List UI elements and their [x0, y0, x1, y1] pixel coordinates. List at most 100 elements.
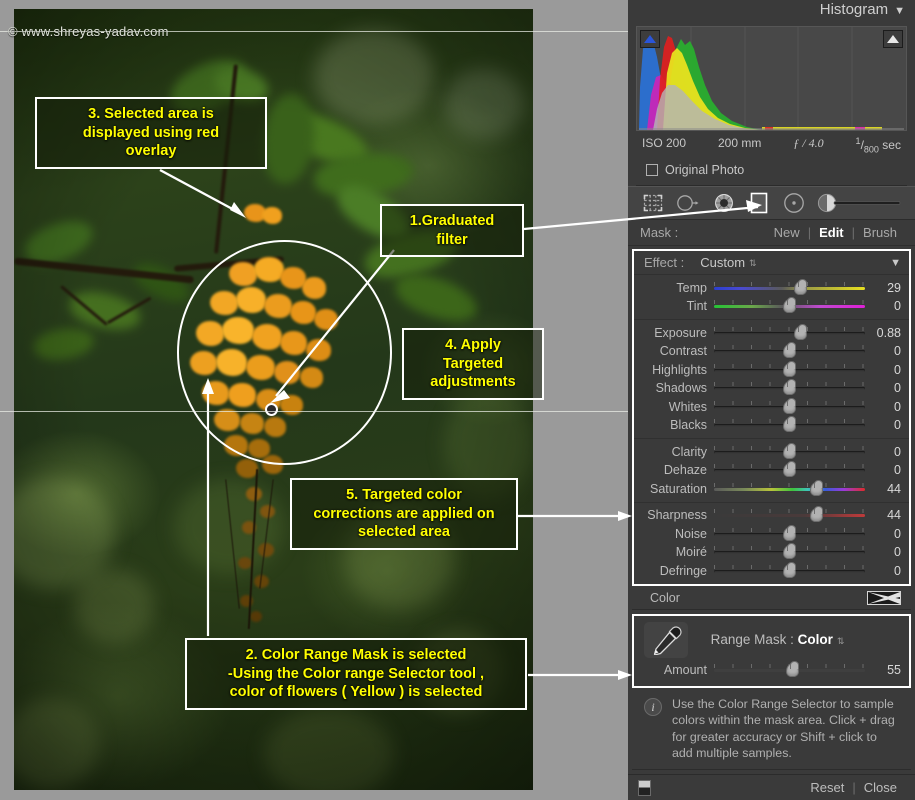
slider-track-highlights[interactable] [714, 360, 865, 377]
slider-track-moir[interactable] [714, 543, 865, 560]
info-helper: i Use the Color Range Selector to sample… [632, 688, 911, 771]
exif-shutter-numerator: 1 [855, 136, 861, 146]
slider-knob-highlights[interactable] [783, 360, 796, 377]
slider-label-shadows: Shadows [655, 381, 707, 396]
slider-knob-sharpness[interactable] [810, 506, 824, 523]
slider-knob-clarity[interactable] [783, 442, 796, 459]
color-label: Color [650, 591, 680, 606]
slider-track-contrast[interactable] [714, 342, 865, 359]
slider-track-blacks[interactable] [714, 416, 865, 433]
effect-label: Effect : [644, 255, 685, 271]
graduated-filter-icon[interactable] [746, 191, 771, 215]
original-photo-row[interactable]: Original Photo [636, 160, 907, 187]
slider-row-defringe: Defringe 0 [634, 561, 909, 580]
callout-1-line-1: 1.Graduated [409, 213, 495, 229]
range-mask-header: Range Mask : Color ⇅ [634, 620, 909, 660]
slider-value-saturation: 44 [887, 481, 901, 496]
red-eye-glyph [714, 194, 733, 213]
callout-2: 2. Color Range Mask is selected -Using t… [185, 638, 527, 710]
callout-5-line-2: corrections are applied on [313, 505, 495, 522]
before-after-swatch-icon[interactable] [638, 779, 651, 796]
slider-row-exposure: Exposure 0.88 [634, 323, 909, 342]
spot-removal-icon[interactable] [675, 191, 700, 215]
crop-overlay-icon[interactable] [640, 191, 665, 215]
red-eye-correction-icon[interactable] [711, 191, 736, 215]
slider-knob-defringe[interactable] [783, 561, 796, 578]
slider-track-saturation[interactable] [714, 479, 865, 496]
slider-knob-blacks[interactable] [783, 416, 796, 433]
slider-track-defringe[interactable] [714, 561, 865, 578]
slider-knob[interactable] [786, 660, 800, 677]
slider-label-exposure: Exposure [654, 325, 707, 340]
slider-track-noise[interactable] [714, 524, 865, 541]
slider-value-noise: 0 [894, 526, 901, 541]
slider-row-moir: Moiré 0 [634, 543, 909, 562]
effect-value[interactable]: Custom [700, 255, 745, 270]
highlight-clipping-indicator[interactable] [883, 30, 903, 48]
mask-brush-button[interactable]: Brush [855, 225, 905, 240]
slider-group-presence: Clarity 0 Dehaze 0 Saturation 44 [634, 438, 909, 502]
histogram-canvas[interactable] [636, 26, 907, 131]
slider-knob-tint[interactable] [783, 297, 796, 314]
slider-knob-contrast[interactable] [783, 342, 796, 359]
callout-4-line-1: 4. Apply [445, 337, 501, 353]
slider-ticks [714, 281, 865, 286]
adjustment-brush-icon[interactable] [817, 191, 903, 215]
slider-fill [714, 514, 865, 518]
slider-label-blacks: Blacks [670, 418, 707, 433]
radial-filter-glyph [784, 193, 805, 214]
slider-row-dehaze: Dehaze 0 [634, 461, 909, 480]
close-button[interactable]: Close [856, 780, 905, 795]
histogram-header[interactable]: Histogram ▼ [628, 0, 915, 22]
graduated-filter-glyph [750, 193, 768, 214]
reset-button[interactable]: Reset [802, 780, 852, 795]
mask-edit-button[interactable]: Edit [811, 225, 852, 240]
slider-knob-temp[interactable] [793, 278, 807, 295]
slider-knob-saturation[interactable] [810, 479, 824, 496]
exif-focal-length: 200 mm [717, 136, 762, 150]
slider-knob-moir[interactable] [783, 543, 796, 560]
range-mask-title[interactable]: Range Mask : Color ⇅ [688, 632, 901, 647]
info-helper-text: Use the Color Range Selector to sample c… [672, 696, 895, 761]
chevron-down-icon[interactable]: ▼ [890, 257, 901, 269]
slider-group-white-balance: Temp 29 Tint 0 [634, 275, 909, 319]
stepper-icon[interactable]: ⇅ [837, 636, 845, 646]
slider-fill [714, 331, 865, 335]
slider-knob-dehaze[interactable] [783, 461, 796, 478]
slider-track-whites[interactable] [714, 397, 865, 414]
slider-track-clarity[interactable] [714, 442, 865, 459]
slider-track-dehaze[interactable] [714, 461, 865, 478]
mask-row: Mask : New | Edit | Brush [628, 220, 915, 247]
slider-track-temp[interactable] [714, 278, 865, 295]
slider-knob-exposure[interactable] [793, 323, 807, 340]
callout-1: 1.Graduated filter [380, 204, 524, 258]
original-photo-label: Original Photo [665, 163, 745, 178]
graduated-filter-pin[interactable] [265, 403, 278, 416]
callout-2-line-2: -Using the Color range Selector tool , [227, 665, 485, 682]
range-mask-panel: Range Mask : Color ⇅ Amount 55 [632, 613, 911, 688]
slider-label-noise: Noise [675, 526, 707, 541]
range-mask-value: Color [797, 632, 833, 648]
chevron-down-icon[interactable]: ▼ [894, 5, 905, 17]
radial-filter-icon[interactable] [782, 191, 807, 215]
slider-track-tint[interactable] [714, 297, 865, 314]
color-range-selector-button[interactable] [644, 621, 688, 658]
slider-value-exposure: 0.88 [876, 325, 901, 340]
amount-slider-track[interactable] [714, 660, 865, 677]
color-swatch-disabled-icon[interactable] [867, 591, 901, 606]
stepper-icon[interactable]: ⇅ [749, 258, 757, 267]
slider-track-exposure[interactable] [714, 323, 865, 340]
histogram-plot [639, 27, 904, 130]
slider-track-sharpness[interactable] [714, 506, 865, 523]
slider-knob-noise[interactable] [783, 524, 796, 541]
mask-new-button[interactable]: New [766, 225, 808, 240]
amount-value: 55 [887, 662, 901, 677]
slider-track-shadows[interactable] [714, 379, 865, 396]
slider-row-whites: Whites 0 [634, 397, 909, 416]
checkbox-icon[interactable] [646, 164, 658, 177]
shadow-clipping-indicator[interactable] [640, 30, 660, 48]
slider-knob-whites[interactable] [783, 397, 796, 414]
slider-ticks [714, 326, 865, 331]
slider-knob-shadows[interactable] [783, 379, 796, 396]
slider-group-detail: Sharpness 44 Noise 0 Moiré 0 Defringe 0 [634, 501, 909, 584]
